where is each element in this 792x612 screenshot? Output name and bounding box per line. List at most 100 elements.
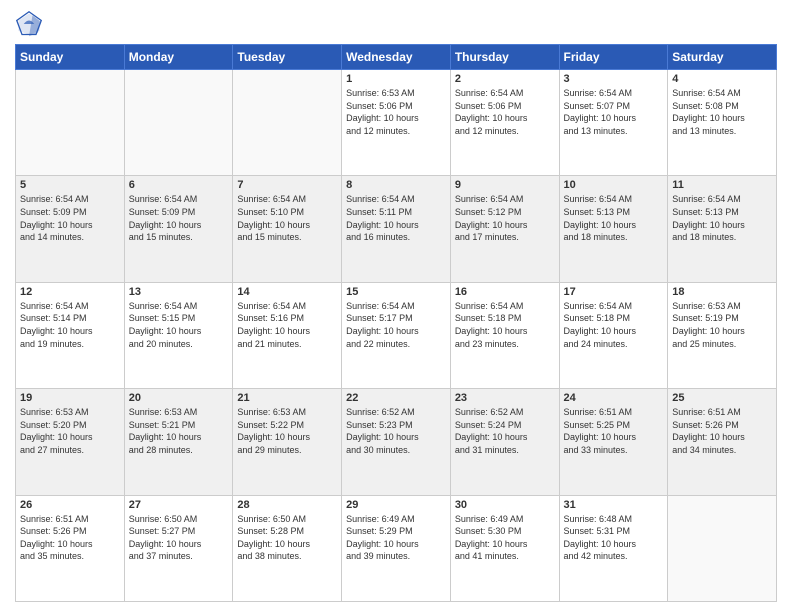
day-number: 10 xyxy=(564,179,664,191)
calendar-cell-3-6: 25 Sunrise: 6:51 AM Sunset: 5:26 PM Dayli… xyxy=(668,389,777,495)
day-number: 26 xyxy=(20,499,120,511)
calendar-cell-1-0: 5Sunrise: 6:54 AM Sunset: 5:09 PM Daylig… xyxy=(16,176,125,282)
calendar-cell-1-3: 8 Sunrise: 6:54 AM Sunset: 5:11 PM Daylig… xyxy=(342,176,451,282)
weekday-header-monday: Monday xyxy=(124,45,233,70)
day-number: 30 xyxy=(455,499,555,511)
logo xyxy=(15,10,47,38)
calendar-cell-0-2 xyxy=(233,70,342,176)
day-info: Sunrise: 6:51 AM Sunset: 5:26 PM Dayligh… xyxy=(672,406,772,456)
day-info: Sunrise: 6:54 AM Sunset: 5:11 PM Dayligh… xyxy=(346,193,446,243)
day-info: Sunrise: 6:54 AM Sunset: 5:13 PM Dayligh… xyxy=(672,193,772,243)
day-number: 20 xyxy=(129,392,229,404)
weekday-header-row: SundayMondayTuesdayWednesdayThursdayFrid… xyxy=(16,45,777,70)
day-info: Sunrise: 6:53 AM Sunset: 5:22 PM Dayligh… xyxy=(237,406,337,456)
day-number: 16 xyxy=(455,286,555,298)
calendar-cell-3-2: 21 Sunrise: 6:53 AM Sunset: 5:22 PM Dayli… xyxy=(233,389,342,495)
day-info: Sunrise: 6:53 AM Sunset: 5:21 PM Dayligh… xyxy=(129,406,229,456)
calendar-cell-4-1: 27 Sunrise: 6:50 AM Sunset: 5:27 PM Dayli… xyxy=(124,495,233,601)
calendar-cell-4-2: 28 Sunrise: 6:50 AM Sunset: 5:28 PM Dayli… xyxy=(233,495,342,601)
week-row-4: 19 Sunrise: 6:53 AM Sunset: 5:20 PM Dayli… xyxy=(16,389,777,495)
weekday-header-friday: Friday xyxy=(559,45,668,70)
day-info: Sunrise: 6:53 AM Sunset: 5:20 PM Dayligh… xyxy=(20,406,120,456)
day-number: 13 xyxy=(129,286,229,298)
calendar-cell-2-6: 18 Sunrise: 6:53 AM Sunset: 5:19 PM Dayli… xyxy=(668,282,777,388)
week-row-5: 26 Sunrise: 6:51 AM Sunset: 5:26 PM Dayli… xyxy=(16,495,777,601)
weekday-header-sunday: Sunday xyxy=(16,45,125,70)
calendar-cell-2-4: 16 Sunrise: 6:54 AM Sunset: 5:18 PM Dayli… xyxy=(450,282,559,388)
day-number: 15 xyxy=(346,286,446,298)
weekday-header-thursday: Thursday xyxy=(450,45,559,70)
day-number: 11 xyxy=(672,179,772,191)
day-info: Sunrise: 6:54 AM Sunset: 5:17 PM Dayligh… xyxy=(346,300,446,350)
calendar-cell-1-4: 9 Sunrise: 6:54 AM Sunset: 5:12 PM Daylig… xyxy=(450,176,559,282)
calendar-cell-2-1: 13 Sunrise: 6:54 AM Sunset: 5:15 PM Dayli… xyxy=(124,282,233,388)
calendar-cell-4-6 xyxy=(668,495,777,601)
day-number: 12 xyxy=(20,286,120,298)
day-number: 29 xyxy=(346,499,446,511)
day-info: Sunrise: 6:52 AM Sunset: 5:24 PM Dayligh… xyxy=(455,406,555,456)
week-row-1: 1 Sunrise: 6:53 AM Sunset: 5:06 PM Daylig… xyxy=(16,70,777,176)
day-number: 25 xyxy=(672,392,772,404)
day-info: Sunrise: 6:54 AM Sunset: 5:16 PM Dayligh… xyxy=(237,300,337,350)
day-info: Sunrise: 6:48 AM Sunset: 5:31 PM Dayligh… xyxy=(564,513,664,563)
header xyxy=(15,10,777,38)
day-info: Sunrise: 6:54 AM Sunset: 5:10 PM Dayligh… xyxy=(237,193,337,243)
day-info: Sunrise: 6:54 AM Sunset: 5:18 PM Dayligh… xyxy=(455,300,555,350)
day-info: Sunrise: 6:54 AM Sunset: 5:12 PM Dayligh… xyxy=(455,193,555,243)
calendar-table: SundayMondayTuesdayWednesdayThursdayFrid… xyxy=(15,44,777,602)
day-number: 4 xyxy=(672,73,772,85)
calendar-cell-0-5: 3Sunrise: 6:54 AM Sunset: 5:07 PM Daylig… xyxy=(559,70,668,176)
day-info: Sunrise: 6:53 AM Sunset: 5:06 PM Dayligh… xyxy=(346,87,446,137)
calendar-cell-2-0: 12 Sunrise: 6:54 AM Sunset: 5:14 PM Dayli… xyxy=(16,282,125,388)
day-number: 27 xyxy=(129,499,229,511)
calendar-cell-4-0: 26 Sunrise: 6:51 AM Sunset: 5:26 PM Dayli… xyxy=(16,495,125,601)
calendar-cell-4-5: 31 Sunrise: 6:48 AM Sunset: 5:31 PM Dayli… xyxy=(559,495,668,601)
day-number: 5 xyxy=(20,179,120,191)
day-info: Sunrise: 6:50 AM Sunset: 5:27 PM Dayligh… xyxy=(129,513,229,563)
day-info: Sunrise: 6:54 AM Sunset: 5:14 PM Dayligh… xyxy=(20,300,120,350)
day-number: 21 xyxy=(237,392,337,404)
calendar-cell-0-3: 1 Sunrise: 6:53 AM Sunset: 5:06 PM Daylig… xyxy=(342,70,451,176)
calendar-cell-1-2: 7 Sunrise: 6:54 AM Sunset: 5:10 PM Daylig… xyxy=(233,176,342,282)
day-number: 31 xyxy=(564,499,664,511)
calendar-cell-2-5: 17 Sunrise: 6:54 AM Sunset: 5:18 PM Dayli… xyxy=(559,282,668,388)
day-number: 7 xyxy=(237,179,337,191)
day-info: Sunrise: 6:52 AM Sunset: 5:23 PM Dayligh… xyxy=(346,406,446,456)
day-number: 19 xyxy=(20,392,120,404)
day-number: 28 xyxy=(237,499,337,511)
day-info: Sunrise: 6:49 AM Sunset: 5:30 PM Dayligh… xyxy=(455,513,555,563)
day-info: Sunrise: 6:50 AM Sunset: 5:28 PM Dayligh… xyxy=(237,513,337,563)
week-row-2: 5 Sunrise: 6:54 AM Sunset: 5:09 PM Daylig… xyxy=(16,176,777,282)
day-number: 18 xyxy=(672,286,772,298)
day-number: 6 xyxy=(129,179,229,191)
day-number: 1 xyxy=(346,73,446,85)
day-info: Sunrise: 6:54 AM Sunset: 5:08 PM Dayligh… xyxy=(672,87,772,137)
day-info: Sunrise: 6:53 AM Sunset: 5:19 PM Dayligh… xyxy=(672,300,772,350)
logo-icon xyxy=(15,10,43,38)
day-number: 23 xyxy=(455,392,555,404)
day-info: Sunrise: 6:54 AM Sunset: 5:15 PM Dayligh… xyxy=(129,300,229,350)
day-number: 8 xyxy=(346,179,446,191)
day-number: 3 xyxy=(564,73,664,85)
weekday-header-wednesday: Wednesday xyxy=(342,45,451,70)
calendar-cell-0-6: 4 Sunrise: 6:54 AM Sunset: 5:08 PM Daylig… xyxy=(668,70,777,176)
calendar-cell-1-5: 10 Sunrise: 6:54 AM Sunset: 5:13 PM Dayli… xyxy=(559,176,668,282)
calendar-cell-1-6: 11 Sunrise: 6:54 AM Sunset: 5:13 PM Dayli… xyxy=(668,176,777,282)
calendar-cell-3-0: 19 Sunrise: 6:53 AM Sunset: 5:20 PM Dayli… xyxy=(16,389,125,495)
day-info: Sunrise: 6:51 AM Sunset: 5:26 PM Dayligh… xyxy=(20,513,120,563)
day-info: Sunrise: 6:51 AM Sunset: 5:25 PM Dayligh… xyxy=(564,406,664,456)
day-number: 22 xyxy=(346,392,446,404)
calendar-header: SundayMondayTuesdayWednesdayThursdayFrid… xyxy=(16,45,777,70)
calendar-cell-2-2: 14Sunrise: 6:54 AM Sunset: 5:16 PM Dayli… xyxy=(233,282,342,388)
day-info: Sunrise: 6:54 AM Sunset: 5:13 PM Dayligh… xyxy=(564,193,664,243)
day-info: Sunrise: 6:54 AM Sunset: 5:18 PM Dayligh… xyxy=(564,300,664,350)
day-number: 17 xyxy=(564,286,664,298)
weekday-header-saturday: Saturday xyxy=(668,45,777,70)
calendar-cell-3-1: 20 Sunrise: 6:53 AM Sunset: 5:21 PM Dayli… xyxy=(124,389,233,495)
day-number: 24 xyxy=(564,392,664,404)
day-number: 9 xyxy=(455,179,555,191)
day-info: Sunrise: 6:54 AM Sunset: 5:09 PM Dayligh… xyxy=(129,193,229,243)
day-info: Sunrise: 6:54 AM Sunset: 5:06 PM Dayligh… xyxy=(455,87,555,137)
calendar-cell-3-3: 22 Sunrise: 6:52 AM Sunset: 5:23 PM Dayli… xyxy=(342,389,451,495)
calendar-cell-4-3: 29Sunrise: 6:49 AM Sunset: 5:29 PM Dayli… xyxy=(342,495,451,601)
